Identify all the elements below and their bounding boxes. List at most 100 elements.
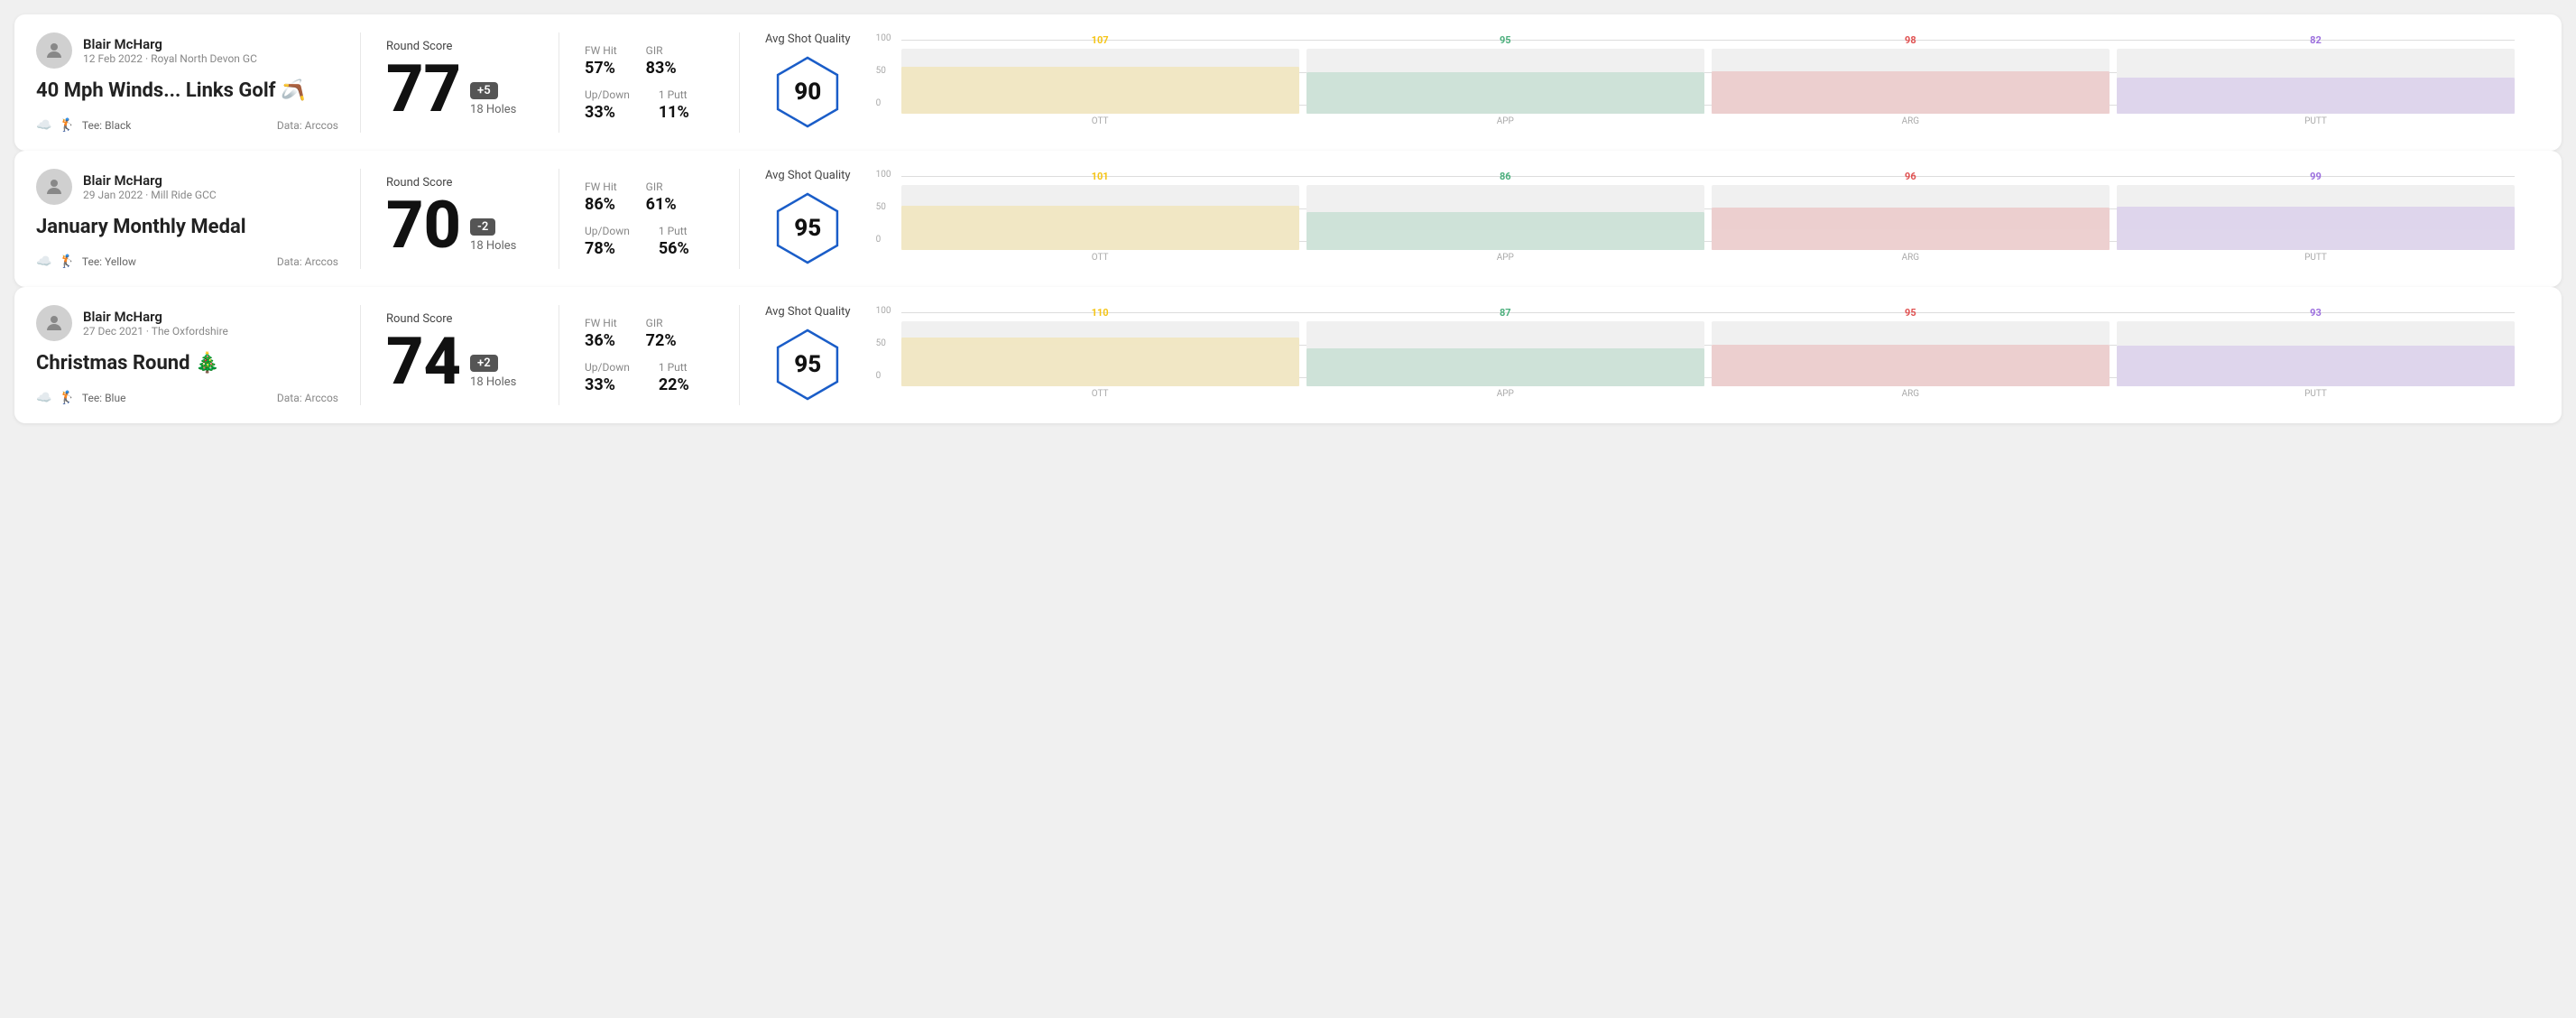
bar-fill	[1712, 345, 2110, 385]
round-title: January Monthly Medal	[36, 216, 338, 238]
bar-top-marker	[1712, 208, 2110, 210]
quality-label: Avg Shot Quality	[765, 169, 851, 182]
bar-bg	[2117, 321, 2515, 386]
round-card: Blair McHarg 27 Dec 2021 · The Oxfordshi…	[14, 287, 2562, 423]
bar-fill	[901, 206, 1299, 250]
bar-axis-label: ARG	[1902, 253, 1920, 263]
stats-row-bottom: Up/Down 33% 1 Putt 11%	[585, 88, 714, 122]
y-label-50: 50	[876, 202, 886, 212]
tee-info: ☁️ 🏌️ Tee: Yellow	[36, 255, 136, 269]
weather-icon: ☁️	[36, 118, 51, 133]
bar-value-label: 107	[1092, 34, 1109, 46]
score-number: 74	[386, 329, 461, 394]
card-footer: ☁️ 🏌️ Tee: Yellow Data: Arccos	[36, 255, 338, 269]
bar-fill	[901, 338, 1299, 385]
bag-icon: 🏌️	[59, 391, 74, 405]
stat-updown: Up/Down 33%	[585, 361, 630, 394]
card-score: Round Score 74 +2 18 Holes	[361, 305, 559, 405]
avatar	[36, 169, 72, 205]
score-badge-wrap: -2 18 Holes	[470, 218, 516, 253]
score-badge: +5	[470, 82, 498, 99]
chart-wrapper: 100 50 0 110 OTT	[873, 312, 2515, 399]
bar-top-marker	[2117, 346, 2515, 348]
stat-fw-hit: FW Hit 36%	[585, 317, 617, 350]
round-card: Blair McHarg 12 Feb 2022 · Royal North D…	[14, 14, 2562, 151]
bar-value-label: 87	[1500, 307, 1511, 319]
bar-column-ott: 110 OTT	[901, 321, 1299, 399]
stat-updown-label: Up/Down	[585, 88, 630, 101]
grid-line-100: 100	[901, 40, 2515, 41]
bar-bg	[1306, 185, 1704, 250]
stats-row-top: FW Hit 36% GIR 72%	[585, 317, 714, 350]
stat-gir-label: GIR	[646, 317, 677, 329]
bar-top-marker	[1306, 348, 1704, 351]
bar-top-marker	[1712, 71, 2110, 74]
score-holes: 18 Holes	[470, 375, 516, 389]
card-score: Round Score 77 +5 18 Holes	[361, 32, 559, 133]
stats-row-top: FW Hit 57% GIR 83%	[585, 44, 714, 78]
score-main: 77 +5 18 Holes	[386, 57, 533, 122]
bar-top-marker	[2117, 207, 2515, 209]
bar-value-label: 93	[2310, 307, 2322, 319]
quality-section: Avg Shot Quality 95	[765, 169, 851, 269]
stat-updown-value: 78%	[585, 239, 630, 258]
bar-column-putt: 99 PUTT	[2117, 185, 2515, 263]
bag-icon: 🏌️	[59, 118, 74, 133]
score-badge-wrap: +2 18 Holes	[470, 355, 516, 389]
stat-gir-value: 61%	[646, 195, 677, 214]
stat-gir: GIR 83%	[646, 44, 677, 78]
player-name: Blair McHarg	[83, 309, 228, 325]
bag-icon: 🏌️	[59, 255, 74, 269]
stat-gir: GIR 72%	[646, 317, 677, 350]
bar-bg	[1712, 185, 2110, 250]
card-stats: FW Hit 86% GIR 61% Up/Down 78% 1 Putt 56…	[559, 169, 740, 269]
y-label-100: 100	[876, 170, 891, 180]
bar-bg	[1712, 321, 2110, 386]
bar-fill	[1306, 212, 1704, 249]
bar-value-label: 86	[1500, 171, 1511, 182]
stat-updown: Up/Down 33%	[585, 88, 630, 122]
quality-score: 95	[794, 351, 821, 378]
card-footer: ☁️ 🏌️ Tee: Blue Data: Arccos	[36, 391, 338, 405]
tee-label: Tee: Yellow	[82, 255, 136, 268]
score-main: 70 -2 18 Holes	[386, 193, 533, 258]
bar-fill	[901, 67, 1299, 114]
quality-score: 95	[794, 215, 821, 242]
data-source: Data: Arccos	[277, 392, 338, 404]
bar-column-ott: 107 OTT	[901, 49, 1299, 126]
chart-wrapper: 100 50 0 101 OTT	[873, 176, 2515, 263]
tee-info: ☁️ 🏌️ Tee: Black	[36, 118, 131, 133]
player-meta: 12 Feb 2022 · Royal North Devon GC	[83, 52, 257, 65]
card-left: Blair McHarg 12 Feb 2022 · Royal North D…	[36, 32, 361, 133]
bar-top-marker	[1306, 72, 1704, 75]
stat-updown-label: Up/Down	[585, 361, 630, 374]
hexagon-wrap: 90	[767, 51, 848, 133]
player-info: Blair McHarg 29 Jan 2022 · Mill Ride GCC	[83, 172, 217, 201]
bar-fill	[1712, 208, 2110, 249]
bar-axis-label: PUTT	[2304, 253, 2327, 263]
weather-icon: ☁️	[36, 255, 51, 269]
bar-column-arg: 95 ARG	[1712, 321, 2110, 399]
stat-oneputt-label: 1 Putt	[659, 88, 689, 101]
y-label-100: 100	[876, 33, 891, 43]
score-number: 77	[386, 57, 461, 122]
stat-fw-hit-label: FW Hit	[585, 180, 617, 193]
bar-bg	[1306, 49, 1704, 114]
stat-oneputt: 1 Putt 11%	[659, 88, 689, 122]
bar-bg	[901, 185, 1299, 250]
card-quality: Avg Shot Quality 95 100 50 0	[740, 305, 2540, 405]
card-stats: FW Hit 36% GIR 72% Up/Down 33% 1 Putt 22…	[559, 305, 740, 405]
bar-bg	[901, 49, 1299, 114]
player-meta: 27 Dec 2021 · The Oxfordshire	[83, 325, 228, 338]
score-badge: +2	[470, 355, 498, 372]
bar-axis-label: PUTT	[2304, 116, 2327, 126]
card-quality: Avg Shot Quality 95 100 50 0	[740, 169, 2540, 269]
bar-value-label: 95	[1500, 34, 1511, 46]
data-source: Data: Arccos	[277, 119, 338, 132]
stat-gir: GIR 61%	[646, 180, 677, 214]
bar-bg	[2117, 49, 2515, 114]
tee-info: ☁️ 🏌️ Tee: Blue	[36, 391, 125, 405]
quality-score: 90	[794, 79, 821, 106]
score-number: 70	[386, 193, 461, 258]
stat-fw-hit-value: 57%	[585, 59, 617, 78]
